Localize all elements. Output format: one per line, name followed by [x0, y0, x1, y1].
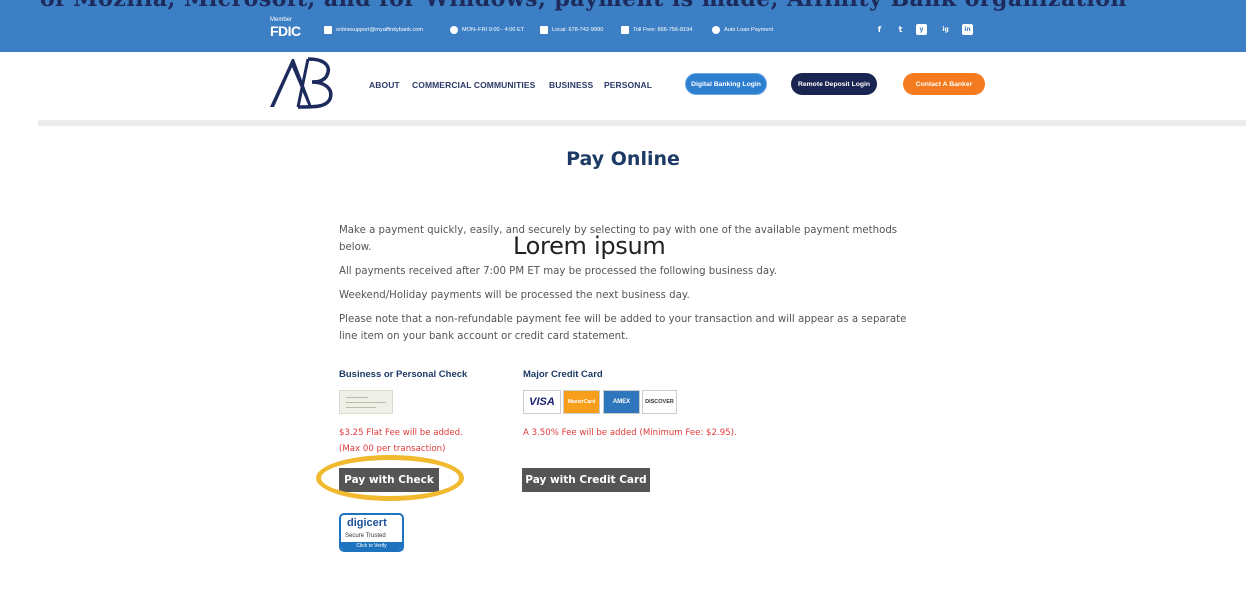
nav-divider: [38, 120, 1246, 126]
highlight-circle: [316, 455, 464, 501]
nav-business[interactable]: BUSINESS: [549, 80, 593, 90]
digicert-secure-trusted: Secure Trusted: [345, 533, 386, 539]
remote-deposit-login-button[interactable]: Remote Deposit Login: [791, 73, 877, 95]
youtube-icon[interactable]: y: [916, 24, 927, 35]
nav-personal[interactable]: PERSONAL: [604, 80, 652, 90]
phone-icon: [621, 26, 629, 34]
credit-card-heading: Major Credit Card: [523, 369, 603, 380]
hours-text: MON–FRI 9:00 - 4:00 ET: [462, 27, 525, 33]
auto-loan-link[interactable]: Auto Loan Payment: [724, 27, 773, 33]
local-phone-info[interactable]: Local: 678-742-9990: [540, 26, 603, 34]
nav-commercial-communities[interactable]: COMMERCIAL COMMUNITIES: [412, 80, 535, 90]
auto-loan-info[interactable]: Auto Loan Payment: [712, 26, 773, 34]
phone-icon: [540, 26, 548, 34]
toll-free-link[interactable]: Toll Free: 866-756-8194: [633, 27, 692, 33]
weekend-paragraph: Weekend/Holiday payments will be process…: [339, 290, 690, 301]
instagram-icon[interactable]: ig: [940, 24, 951, 35]
email-link[interactable]: onlinesupport@myaffinitybank.com: [336, 27, 423, 33]
contact-banker-button[interactable]: Contact A Banker: [903, 73, 985, 95]
fdic-badge: Member FDIC: [270, 17, 301, 39]
digital-banking-login-button[interactable]: Digital Banking Login: [685, 73, 767, 95]
affinity-bank-logo[interactable]: AB: [268, 57, 338, 109]
digicert-verify[interactable]: Click to Verify: [341, 542, 402, 550]
credit-card-logos: VISA MasterCard AMEX DISCOVER: [523, 390, 677, 414]
overlay-banner-text: of Mozilla, Microsoft, and for Windows, …: [0, 0, 1246, 16]
hours-info: MON–FRI 9:00 - 4:00 ET: [450, 26, 524, 34]
toll-free-info[interactable]: Toll Free: 866-756-8194: [621, 26, 692, 34]
banner-text: of Mozilla, Microsoft, and for Windows, …: [40, 0, 1127, 12]
check-image: [339, 390, 393, 414]
clock-icon: [450, 26, 458, 34]
digicert-brand: digicert: [347, 517, 387, 529]
email-info[interactable]: onlinesupport@myaffinitybank.com: [324, 26, 423, 34]
cutoff-paragraph: All payments received after 7:00 PM ET m…: [339, 266, 777, 277]
local-phone-link[interactable]: Local: 678-742-9990: [552, 27, 603, 33]
lorem-overlay: Lorem ipsum: [513, 232, 666, 260]
fdic-label: FDIC: [270, 23, 301, 39]
discover-icon: DISCOVER: [642, 390, 677, 414]
credit-card-fee: A 3.50% Fee will be added (Minimum Fee: …: [523, 428, 737, 438]
amex-icon: AMEX: [603, 390, 640, 414]
check-fee: $3.25 Flat Fee will be added.: [339, 428, 463, 438]
linkedin-icon[interactable]: in: [962, 24, 973, 35]
mail-icon: [324, 26, 332, 34]
page-title: Pay Online: [566, 148, 680, 170]
fee-notice-paragraph: Please note that a non-refundable paymen…: [339, 314, 907, 342]
logo-text: AB: [268, 57, 290, 61]
nav-about[interactable]: ABOUT: [369, 80, 400, 90]
check-fee-max: (Max 00 per transaction): [339, 444, 446, 454]
facebook-icon[interactable]: f: [874, 24, 885, 35]
pay-with-credit-card-button[interactable]: Pay with Credit Card: [522, 468, 650, 492]
visa-icon: VISA: [523, 390, 561, 414]
twitter-icon[interactable]: t: [895, 24, 906, 35]
check-heading: Business or Personal Check: [339, 369, 468, 380]
car-icon: [712, 26, 720, 34]
mastercard-icon: MasterCard: [563, 390, 600, 414]
digicert-seal[interactable]: digicert Secure Trusted Click to Verify: [339, 513, 404, 552]
